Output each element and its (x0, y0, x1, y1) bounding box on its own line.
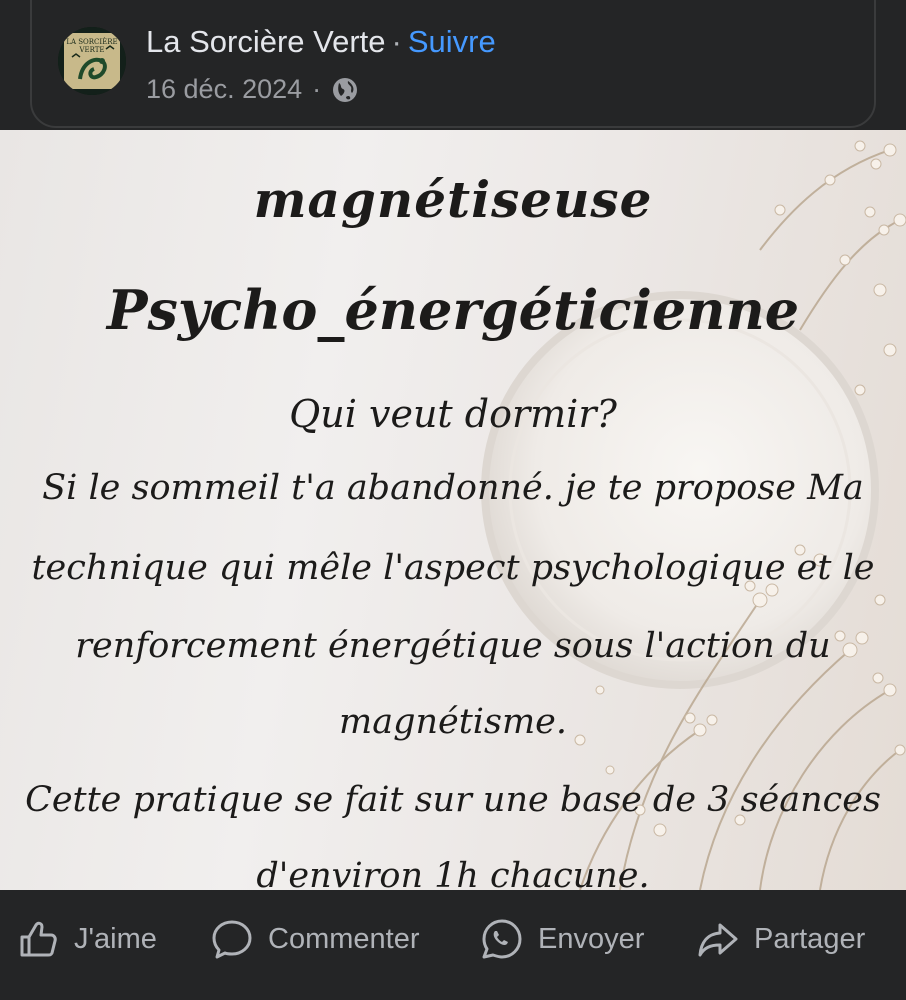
page-avatar[interactable]: LA SORCIÈRE VERTE (58, 27, 126, 95)
image-text-line: Si le sommeil t'a abandonné. je te propo… (42, 468, 864, 508)
meta-separator: · (312, 74, 322, 104)
svg-text:VERTE: VERTE (78, 46, 104, 54)
send-label: Envoyer (538, 922, 645, 955)
thumbs-up-icon (20, 921, 57, 957)
image-title: magnétiseuse (253, 170, 653, 229)
avatar-logo: LA SORCIÈRE VERTE (58, 27, 126, 95)
image-text-line: Cette pratique se fait sur une base de 3… (25, 780, 881, 820)
post-action-bar: J'aime Commenter Envoyer Partager (0, 890, 906, 1000)
header-card-outline (30, 0, 876, 128)
globe-icon[interactable] (331, 76, 359, 104)
post-meta: 16 déc. 2024 · (146, 74, 359, 105)
share-arrow-icon (698, 923, 738, 957)
comment-label: Commenter (268, 922, 420, 955)
page-name[interactable]: La Sorcière Verte (146, 24, 386, 59)
svg-text:LA SORCIÈRE: LA SORCIÈRE (66, 37, 117, 46)
like-button[interactable]: J'aime (16, 916, 157, 962)
whatsapp-icon (482, 919, 522, 959)
comment-bubble-icon (212, 920, 252, 959)
post-header: LA SORCIÈRE VERTE La Sorcière Verte · Suiv… (0, 0, 906, 130)
name-separator: · (391, 24, 402, 59)
image-subtitle: Psycho_énergéticienne (106, 278, 800, 342)
send-button[interactable]: Envoyer (480, 916, 644, 962)
comment-button[interactable]: Commenter (210, 916, 420, 962)
like-label: J'aime (74, 922, 157, 955)
follow-button[interactable]: Suivre (408, 24, 496, 59)
share-label: Partager (754, 922, 866, 955)
image-text-line: magnétisme. (339, 702, 567, 742)
image-text-line: renforcement énergétique sous l'action d… (75, 626, 831, 666)
facebook-post: LA SORCIÈRE VERTE La Sorcière Verte · Suiv… (0, 0, 906, 1000)
image-text-line: technique qui mêle l'aspect psychologiqu… (31, 548, 875, 588)
image-text-line: d'environ 1h chacune. (256, 856, 650, 890)
post-image[interactable]: magnétiseuse Psycho_énergéticienne Qui v… (0, 130, 906, 890)
image-background-decoration (481, 140, 906, 890)
post-date[interactable]: 16 déc. 2024 (146, 74, 302, 105)
share-button[interactable]: Partager (696, 916, 865, 962)
page-name-row: La Sorcière Verte · Suivre (146, 24, 496, 60)
image-question: Qui veut dormir? (289, 392, 617, 436)
